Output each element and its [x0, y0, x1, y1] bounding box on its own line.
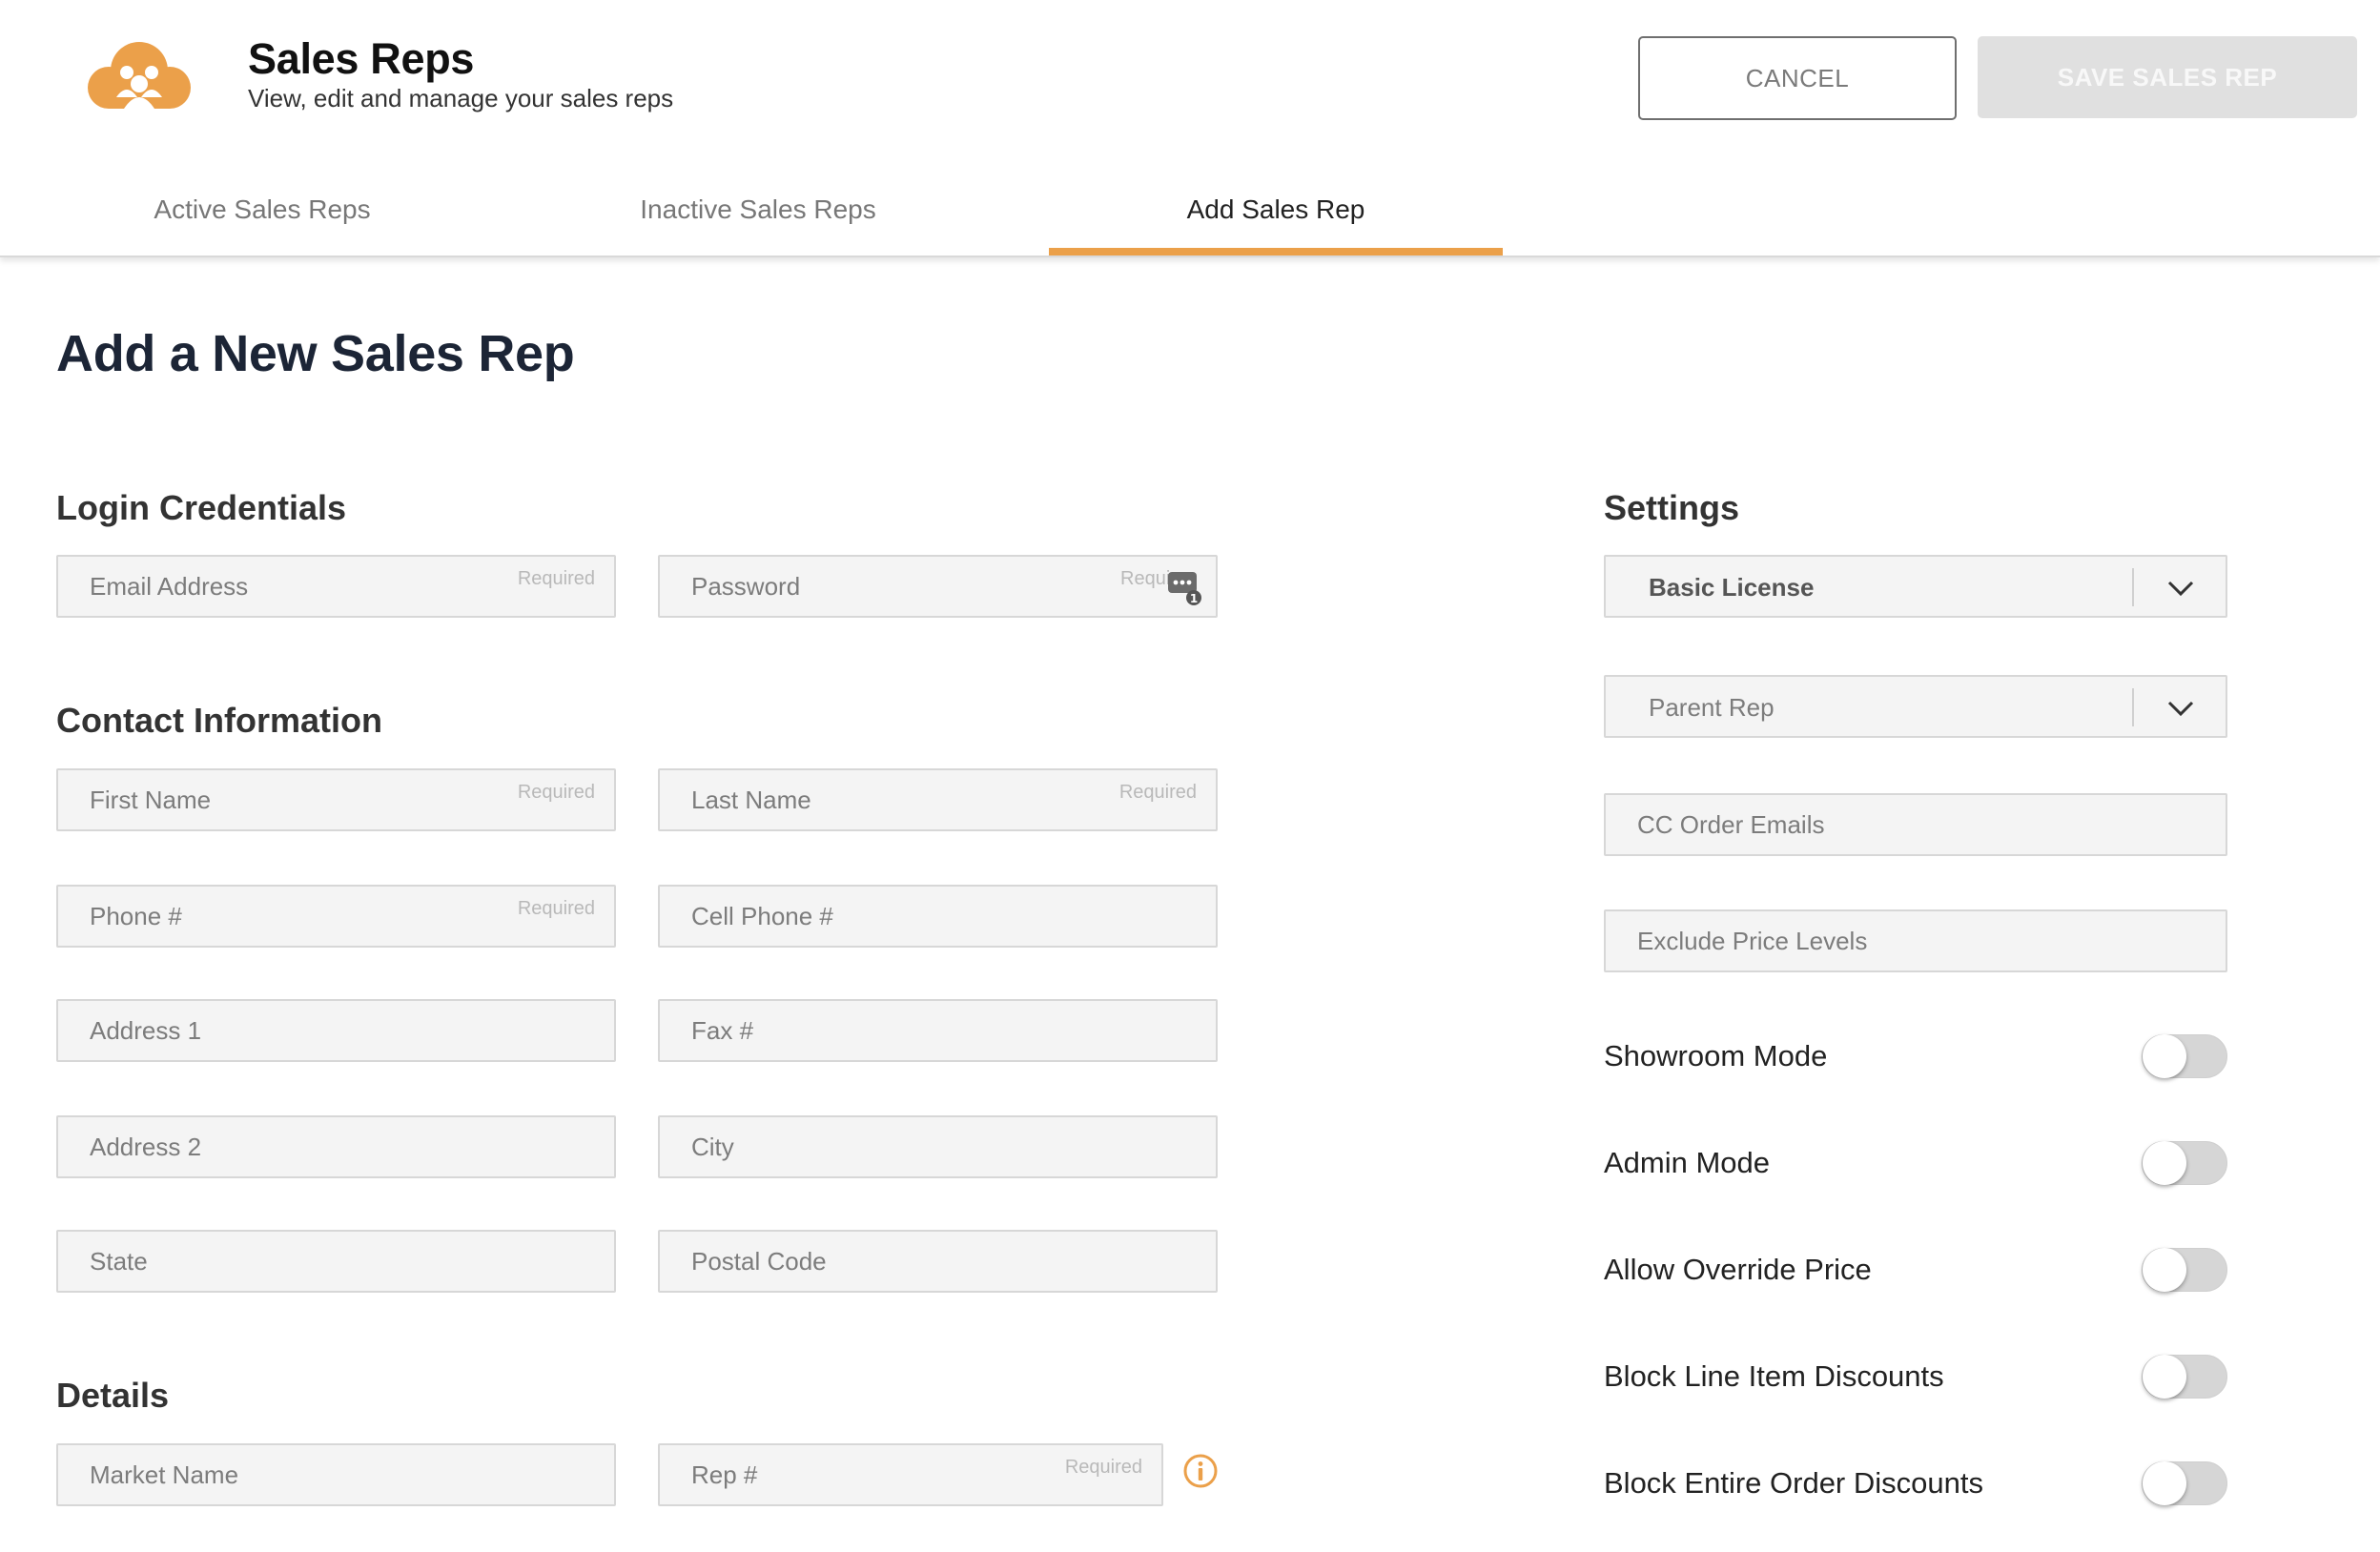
toggle-knob: [2143, 1355, 2186, 1399]
app-subtitle: View, edit and manage your sales reps: [248, 84, 674, 112]
app-title: Sales Reps: [248, 34, 475, 83]
parent-rep-select-value: Parent Rep: [1649, 693, 1775, 722]
market-name-input[interactable]: [58, 1445, 614, 1504]
cancel-button[interactable]: CANCEL: [1638, 36, 1957, 120]
market-name-field[interactable]: [56, 1443, 616, 1506]
cc-order-emails-input[interactable]: [1606, 795, 2226, 854]
showroom-mode-toggle[interactable]: [2142, 1034, 2227, 1078]
cloud-people-icon: [88, 42, 191, 109]
save-sales-rep-button[interactable]: SAVE SALES REP: [1978, 36, 2357, 118]
chevron-down-icon: [2167, 581, 2194, 597]
section-title-login: Login Credentials: [56, 488, 347, 527]
password-input[interactable]: [660, 557, 1216, 616]
rep-number-input[interactable]: [660, 1445, 1161, 1504]
email-field[interactable]: Required: [56, 555, 616, 618]
email-input[interactable]: [58, 557, 614, 616]
address2-input[interactable]: [58, 1117, 614, 1176]
parent-rep-select[interactable]: Parent Rep: [1604, 675, 2227, 738]
rep-number-field[interactable]: Required: [658, 1443, 1163, 1506]
license-select-value: Basic License: [1649, 573, 1815, 602]
last-name-input[interactable]: [660, 770, 1216, 829]
phone-input[interactable]: [58, 887, 614, 946]
page-title: Add a New Sales Rep: [56, 325, 575, 382]
section-title-details: Details: [56, 1376, 170, 1415]
admin-mode-toggle[interactable]: [2142, 1141, 2227, 1185]
toggle-knob: [2143, 1034, 2186, 1078]
phone-field[interactable]: Required: [56, 885, 616, 948]
tab-add-sales-rep[interactable]: Add Sales Rep: [1049, 172, 1503, 255]
password-field[interactable]: Required 1: [658, 555, 1218, 618]
allow-override-price-toggle[interactable]: [2142, 1248, 2227, 1292]
password-manager-icon[interactable]: 1: [1166, 568, 1204, 606]
toggle-label-admin-mode: Admin Mode: [1604, 1146, 1771, 1179]
tab-inactive-sales-reps[interactable]: Inactive Sales Reps: [610, 172, 906, 255]
app-header: Sales Reps View, edit and manage your sa…: [0, 0, 2380, 257]
select-divider: [2132, 688, 2134, 726]
state-input[interactable]: [58, 1232, 614, 1291]
license-select[interactable]: Basic License: [1604, 555, 2227, 618]
block-line-item-discounts-toggle[interactable]: [2142, 1355, 2227, 1399]
city-input[interactable]: [660, 1117, 1216, 1176]
toggle-label-showroom-mode: Showroom Mode: [1604, 1039, 1828, 1072]
cc-order-emails-field[interactable]: [1604, 793, 2227, 856]
fax-field[interactable]: [658, 999, 1218, 1062]
state-field[interactable]: [56, 1230, 616, 1293]
block-entire-order-discounts-toggle[interactable]: [2142, 1461, 2227, 1505]
chevron-down-icon: [2167, 701, 2194, 717]
address1-input[interactable]: [58, 1001, 614, 1060]
city-field[interactable]: [658, 1115, 1218, 1178]
cell-phone-input[interactable]: [660, 887, 1216, 946]
section-title-contact: Contact Information: [56, 701, 382, 740]
exclude-price-levels-input[interactable]: [1606, 911, 2226, 970]
select-divider: [2132, 568, 2134, 606]
last-name-field[interactable]: Required: [658, 768, 1218, 831]
info-icon[interactable]: [1182, 1453, 1219, 1489]
first-name-field[interactable]: Required: [56, 768, 616, 831]
address1-field[interactable]: [56, 999, 616, 1062]
cell-phone-field[interactable]: [658, 885, 1218, 948]
svg-text:1: 1: [1190, 592, 1198, 605]
tab-active-sales-reps[interactable]: Active Sales Reps: [114, 172, 410, 255]
address2-field[interactable]: [56, 1115, 616, 1178]
toggle-label-block-entire-order-discounts: Block Entire Order Discounts: [1604, 1466, 1983, 1500]
exclude-price-levels-field[interactable]: [1604, 909, 2227, 972]
toggle-knob: [2143, 1461, 2186, 1505]
toggle-knob: [2143, 1248, 2186, 1292]
postal-code-input[interactable]: [660, 1232, 1216, 1291]
toggle-label-block-line-item-discounts: Block Line Item Discounts: [1604, 1359, 1944, 1393]
first-name-input[interactable]: [58, 770, 614, 829]
toggle-knob: [2143, 1141, 2186, 1185]
section-title-settings: Settings: [1604, 488, 1740, 527]
active-tab-indicator: [1049, 248, 1503, 255]
postal-code-field[interactable]: [658, 1230, 1218, 1293]
fax-input[interactable]: [660, 1001, 1216, 1060]
toggle-label-allow-override-price: Allow Override Price: [1604, 1253, 1872, 1286]
